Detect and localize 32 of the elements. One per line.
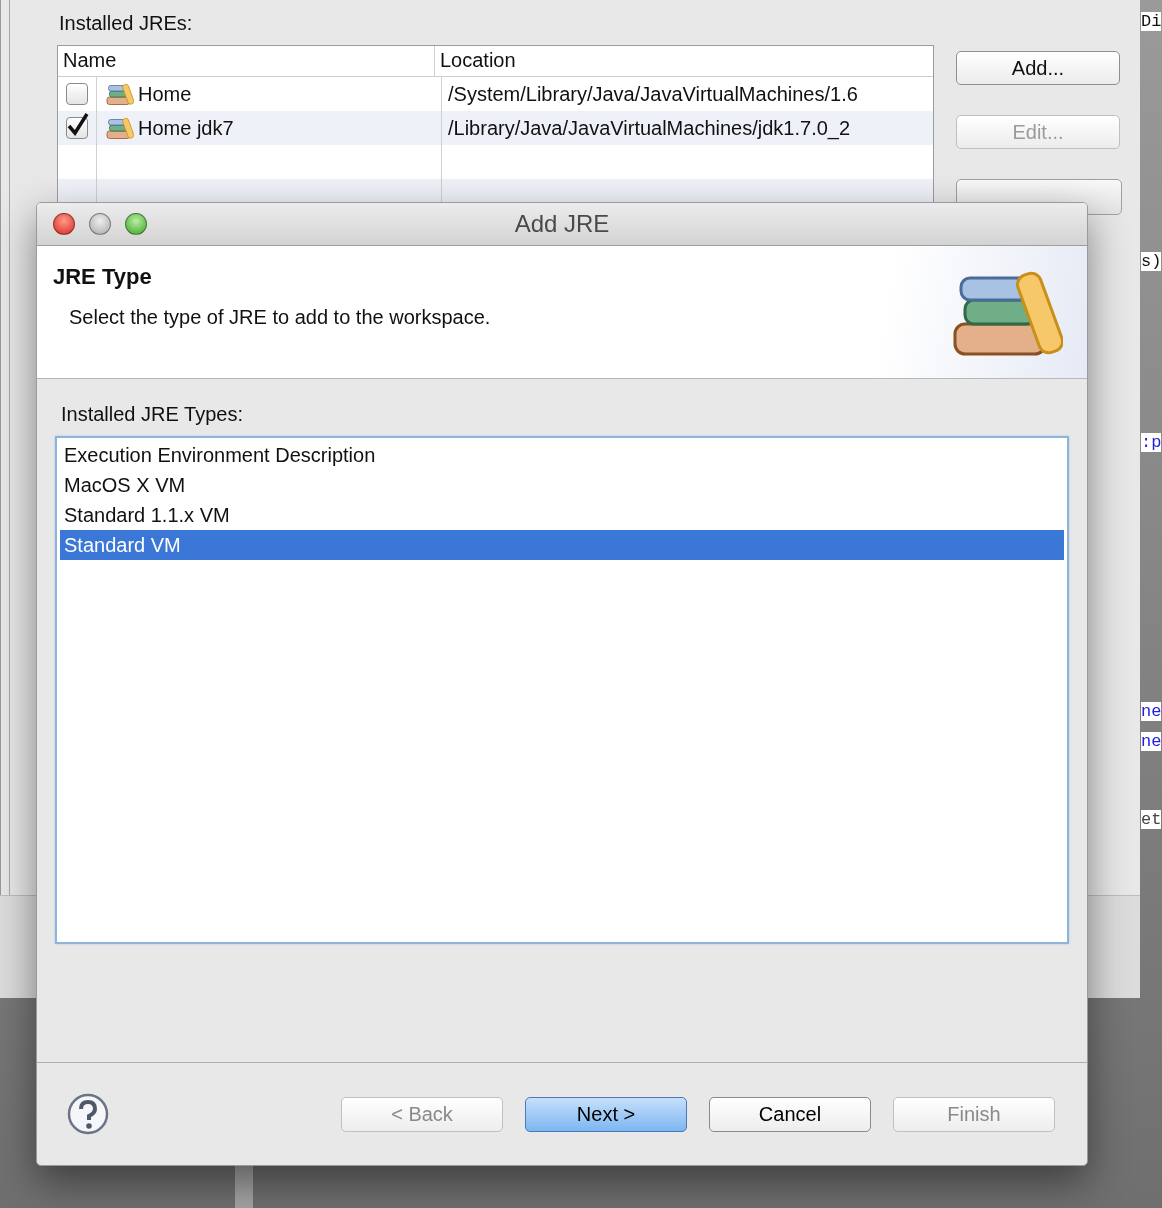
column-header[interactable]: Location — [434, 46, 933, 76]
side-button[interactable]: Add... — [956, 51, 1120, 85]
books-icon — [104, 82, 134, 106]
wizard-button[interactable]: Cancel — [709, 1096, 871, 1132]
editor-text: :p — [1141, 433, 1162, 452]
page-title: JRE Type — [53, 264, 153, 290]
checkbox[interactable] — [66, 83, 88, 105]
jre-location: /Library/Java/JavaVirtualMachines/jdk1.7.0_2 — [447, 115, 852, 142]
wizard-button[interactable]: Next > — [525, 1096, 687, 1132]
page-description: Select the type of JRE to add to the workspace. — [68, 306, 491, 329]
list-item[interactable]: Standard 1.1.x VM — [60, 500, 1064, 530]
editor-text: s) — [1141, 252, 1162, 271]
installed-jres-label: Installed JREs: — [59, 12, 194, 35]
editor-text: et — [1141, 810, 1162, 829]
list-label: Installed JRE Types: — [60, 403, 244, 426]
editor-text: ne — [1141, 732, 1162, 751]
close-button[interactable] — [53, 213, 75, 235]
books-icon — [104, 116, 134, 140]
jre-name: Home jdk7 — [138, 116, 234, 140]
window-title: Add JRE — [514, 210, 610, 238]
editor-text: Di — [1141, 12, 1162, 31]
list-item[interactable]: MacOS X VM — [60, 470, 1064, 500]
jre-location: /System/Library/Java/JavaVirtualMachines/1.6 — [447, 81, 859, 107]
checkmark-icon — [66, 112, 90, 138]
column-header[interactable]: Name — [58, 46, 434, 76]
list-item[interactable]: Execution Environment Description — [60, 440, 1064, 470]
editor-text: ne — [1141, 702, 1162, 721]
jre-name: Home — [138, 82, 192, 106]
zoom-button[interactable] — [125, 213, 147, 235]
help-icon[interactable] — [67, 1093, 109, 1135]
minimize-button[interactable] — [89, 213, 111, 235]
list-item[interactable]: Standard VM — [60, 530, 1064, 560]
